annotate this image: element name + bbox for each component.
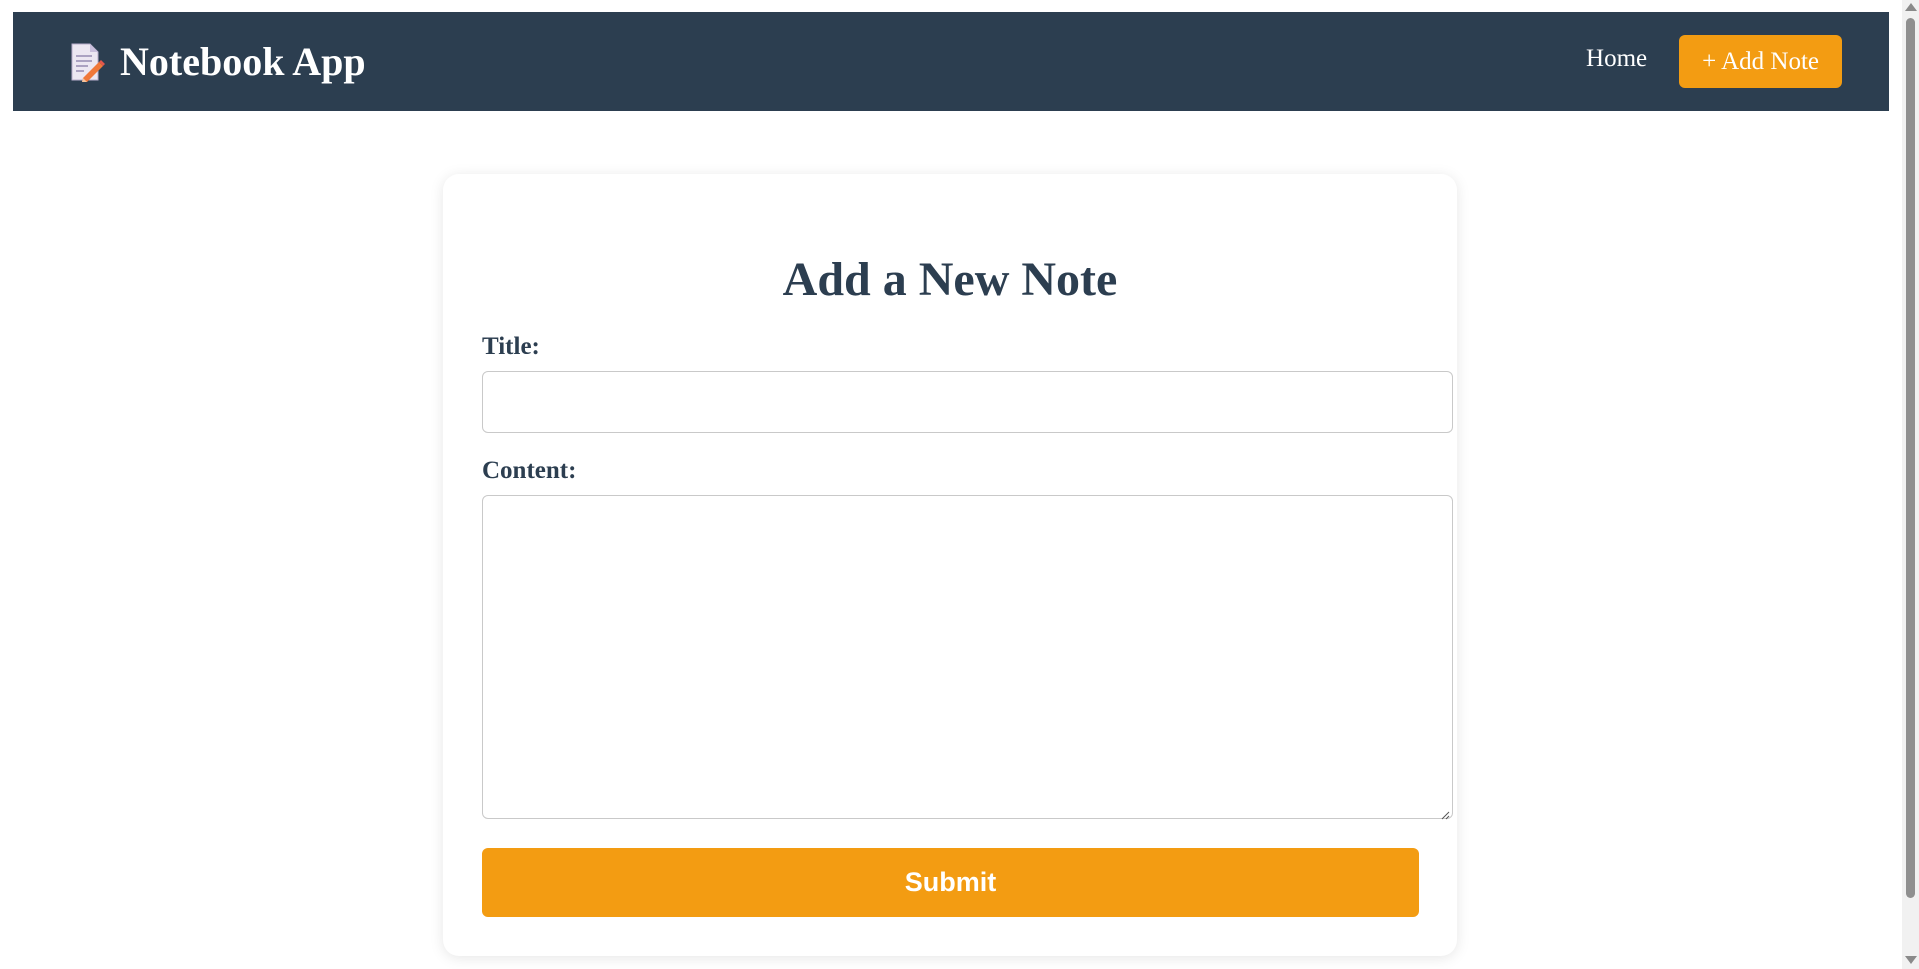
nav-links: Home + Add Note [1586, 35, 1842, 88]
app-title: Notebook App [120, 39, 366, 84]
scrollbar-thumb[interactable] [1906, 18, 1915, 898]
top-navbar: Notebook App Home + Add Note [13, 12, 1889, 111]
brand[interactable]: Notebook App [68, 42, 366, 82]
nav-home-link[interactable]: Home [1586, 45, 1647, 73]
scroll-down-arrow-icon[interactable] [1905, 956, 1917, 964]
browser-viewport: Notebook App Home + Add Note Add a New N… [0, 0, 1919, 969]
form-heading: Add a New Note [782, 253, 1118, 306]
title-input[interactable] [482, 371, 1453, 433]
submit-button[interactable]: Submit [482, 848, 1419, 917]
title-label: Title: [482, 333, 540, 360]
add-note-button[interactable]: + Add Note [1679, 35, 1842, 88]
vertical-scrollbar[interactable] [1902, 0, 1919, 969]
scroll-up-arrow-icon[interactable] [1905, 3, 1917, 11]
content-textarea[interactable] [482, 495, 1453, 819]
content-label: Content: [482, 457, 577, 484]
resize-handle-icon[interactable] [1441, 807, 1450, 820]
add-note-card: Add a New Note Title: Content: Submit [443, 174, 1457, 956]
notepad-pencil-icon [68, 42, 106, 82]
